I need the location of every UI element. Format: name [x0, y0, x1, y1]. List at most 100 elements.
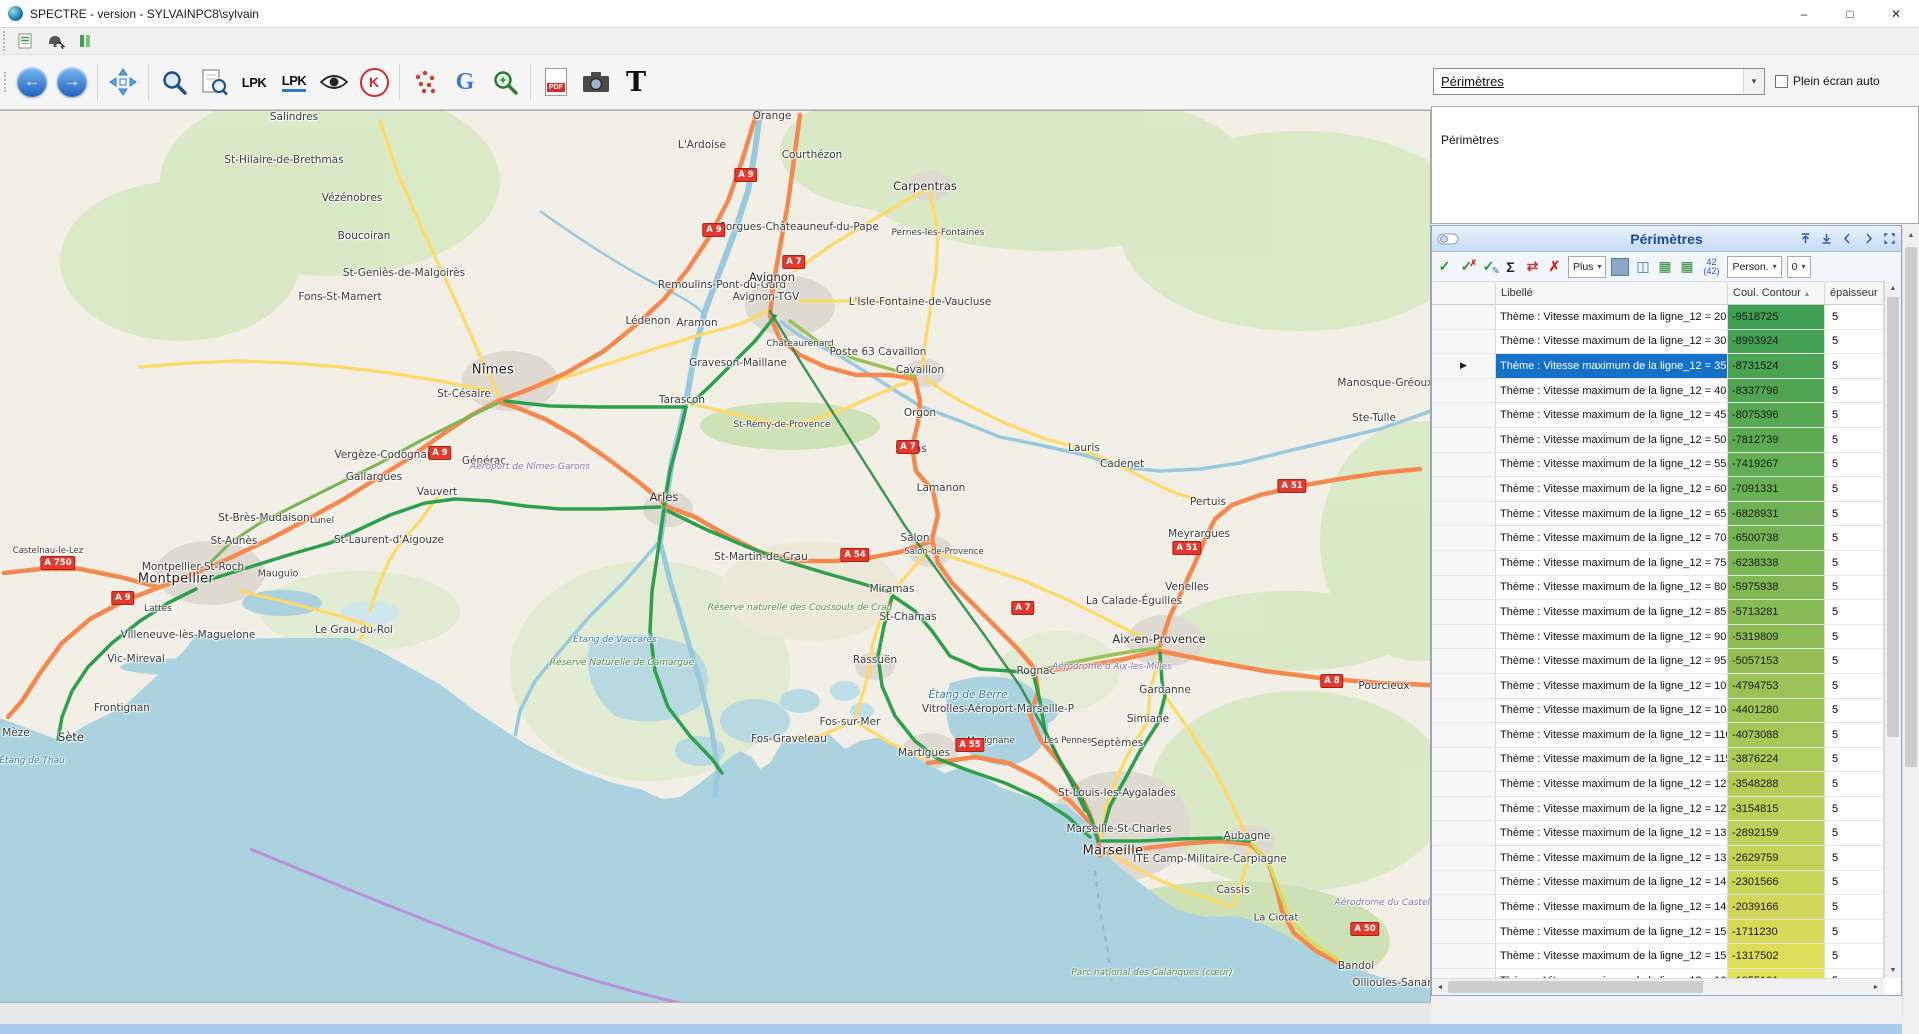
cell-epaisseur[interactable]: 5: [1825, 871, 1884, 896]
table-row[interactable]: Thème : Vitesse maximum de la ligne_12 =…: [1432, 477, 1901, 502]
cell-contour-color[interactable]: -6500738: [1728, 526, 1825, 551]
cell-libelle[interactable]: Thème : Vitesse maximum de la ligne_12 =…: [1496, 428, 1728, 453]
screenshot-button[interactable]: [578, 62, 614, 102]
table-row[interactable]: Thème : Vitesse maximum de la ligne_12 =…: [1432, 330, 1901, 355]
export-grid-icon-2[interactable]: ▦: [1678, 257, 1695, 277]
row-indicator[interactable]: [1432, 748, 1496, 773]
cell-contour-color[interactable]: -8731524: [1728, 354, 1825, 379]
row-indicator[interactable]: [1432, 526, 1496, 551]
table-row[interactable]: Thème : Vitesse maximum de la ligne_12 =…: [1432, 772, 1901, 797]
cell-libelle[interactable]: Thème : Vitesse maximum de la ligne_12 =…: [1496, 526, 1728, 551]
cell-libelle[interactable]: Thème : Vitesse maximum de la ligne_12 =…: [1496, 502, 1728, 527]
window-vertical-scrollbar[interactable]: ▲ ▼: [1902, 227, 1919, 1034]
win-scroll-up-arrow[interactable]: ▲: [1903, 227, 1919, 243]
cell-libelle[interactable]: Thème : Vitesse maximum de la ligne_12 =…: [1496, 379, 1728, 404]
row-indicator[interactable]: [1432, 895, 1496, 920]
cell-libelle[interactable]: Thème : Vitesse maximum de la ligne_12 =…: [1496, 674, 1728, 699]
google-button[interactable]: G: [447, 62, 483, 102]
col-selector[interactable]: [1432, 282, 1496, 304]
split-columns-icon[interactable]: ◫: [1634, 257, 1651, 277]
col-contour[interactable]: Coul. Contour▴: [1728, 282, 1825, 304]
table-row[interactable]: Thème : Vitesse maximum de la ligne_12 =…: [1432, 895, 1901, 920]
row-indicator[interactable]: [1432, 576, 1496, 601]
win-scroll-thumb[interactable]: [1905, 247, 1917, 767]
scroll-left-arrow[interactable]: ◄: [1432, 984, 1448, 991]
row-indicator[interactable]: [1432, 551, 1496, 576]
cell-libelle[interactable]: Thème : Vitesse maximum de la ligne_12 =…: [1496, 699, 1728, 724]
row-indicator[interactable]: [1432, 305, 1496, 330]
table-row[interactable]: Thème : Vitesse maximum de la ligne_12 =…: [1432, 920, 1901, 945]
cell-epaisseur[interactable]: 5: [1825, 526, 1884, 551]
table-row[interactable]: Thème : Vitesse maximum de la ligne_12 =…: [1432, 723, 1901, 748]
expand-panel-icon[interactable]: [1883, 232, 1896, 245]
cell-libelle[interactable]: Thème : Vitesse maximum de la ligne_12 =…: [1496, 821, 1728, 846]
zoom-page-button[interactable]: [196, 62, 232, 102]
table-row[interactable]: Thème : Vitesse maximum de la ligne_12 =…: [1432, 797, 1901, 822]
table-row[interactable]: Thème : Vitesse maximum de la ligne_12 =…: [1432, 600, 1901, 625]
fullscreen-auto-checkbox[interactable]: Plein écran auto: [1775, 74, 1880, 88]
cell-libelle[interactable]: Thème : Vitesse maximum de la ligne_12 =…: [1496, 477, 1728, 502]
cell-epaisseur[interactable]: 5: [1825, 625, 1884, 650]
row-indicator[interactable]: [1432, 330, 1496, 355]
cell-contour-color[interactable]: -4794753: [1728, 674, 1825, 699]
cell-libelle[interactable]: Thème : Vitesse maximum de la ligne_12 =…: [1496, 649, 1728, 674]
cell-libelle[interactable]: Thème : Vitesse maximum de la ligne_12 =…: [1496, 625, 1728, 650]
announce-icon[interactable]: [43, 29, 69, 54]
cell-epaisseur[interactable]: 5: [1825, 453, 1884, 478]
row-indicator[interactable]: [1432, 699, 1496, 724]
toolbar-gripper-2[interactable]: [4, 72, 10, 92]
cell-contour-color[interactable]: -7812739: [1728, 428, 1825, 453]
cell-epaisseur[interactable]: 5: [1825, 428, 1884, 453]
cell-libelle[interactable]: Thème : Vitesse maximum de la ligne_12 =…: [1496, 600, 1728, 625]
row-indicator[interactable]: [1432, 403, 1496, 428]
scroll-bottom-icon[interactable]: [1820, 232, 1833, 245]
back-button[interactable]: ←: [14, 62, 50, 102]
next-icon[interactable]: [1862, 232, 1875, 245]
k-logo-button[interactable]: K: [356, 62, 392, 102]
cell-epaisseur[interactable]: 5: [1825, 846, 1884, 871]
table-row[interactable]: Thème : Vitesse maximum de la ligne_12 =…: [1432, 379, 1901, 404]
checkbox-icon[interactable]: [1775, 75, 1788, 88]
cell-libelle[interactable]: Thème : Vitesse maximum de la ligne_12 =…: [1496, 895, 1728, 920]
row-indicator[interactable]: [1432, 428, 1496, 453]
row-indicator[interactable]: [1432, 625, 1496, 650]
table-row[interactable]: Thème : Vitesse maximum de la ligne_12 =…: [1432, 944, 1901, 969]
table-row[interactable]: Thème : Vitesse maximum de la ligne_12 =…: [1432, 649, 1901, 674]
green-columns-icon[interactable]: [73, 29, 99, 54]
text-tool-button[interactable]: T: [618, 62, 654, 102]
cell-contour-color[interactable]: -3548288: [1728, 772, 1825, 797]
validate-icon[interactable]: ✓: [1436, 257, 1453, 277]
cell-libelle[interactable]: Thème : Vitesse maximum de la ligne_12 =…: [1496, 403, 1728, 428]
cell-epaisseur[interactable]: 5: [1825, 477, 1884, 502]
grid-horizontal-scrollbar[interactable]: ◄ ►: [1432, 978, 1884, 995]
row-indicator[interactable]: [1432, 502, 1496, 527]
scroll-up-arrow[interactable]: ▲: [1885, 280, 1901, 296]
cell-contour-color[interactable]: -2629759: [1728, 846, 1825, 871]
cell-epaisseur[interactable]: 5: [1825, 772, 1884, 797]
cell-epaisseur[interactable]: 5: [1825, 920, 1884, 945]
cell-libelle[interactable]: Thème : Vitesse maximum de la ligne_12 =…: [1496, 846, 1728, 871]
person-combo[interactable]: Person.▾: [1727, 256, 1781, 278]
cell-contour-color[interactable]: -9518725: [1728, 305, 1825, 330]
cell-contour-color[interactable]: -4073088: [1728, 723, 1825, 748]
cell-epaisseur[interactable]: 5: [1825, 699, 1884, 724]
table-row[interactable]: ▶Thème : Vitesse maximum de la ligne_12 …: [1432, 354, 1901, 379]
lpk-button-2[interactable]: LPK: [276, 62, 312, 102]
cell-contour-color[interactable]: -6828931: [1728, 502, 1825, 527]
toolbar-gripper[interactable]: [3, 31, 9, 51]
pan-extent-button[interactable]: [105, 62, 141, 102]
compare-icon[interactable]: ⇄: [1524, 257, 1541, 277]
row-indicator[interactable]: [1432, 920, 1496, 945]
cell-contour-color[interactable]: -8993924: [1728, 330, 1825, 355]
minimize-button[interactable]: –: [1781, 0, 1827, 27]
close-button[interactable]: ✕: [1873, 0, 1919, 27]
table-row[interactable]: Thème : Vitesse maximum de la ligne_12 =…: [1432, 846, 1901, 871]
cell-contour-color[interactable]: -1317502: [1728, 944, 1825, 969]
cell-epaisseur[interactable]: 5: [1825, 723, 1884, 748]
row-indicator[interactable]: [1432, 453, 1496, 478]
cell-libelle[interactable]: Thème : Vitesse maximum de la ligne_12 =…: [1496, 354, 1728, 379]
cell-libelle[interactable]: Thème : Vitesse maximum de la ligne_12 =…: [1496, 576, 1728, 601]
cell-epaisseur[interactable]: 5: [1825, 354, 1884, 379]
sheet-list-icon[interactable]: [13, 29, 39, 54]
cell-contour-color[interactable]: -4401280: [1728, 699, 1825, 724]
